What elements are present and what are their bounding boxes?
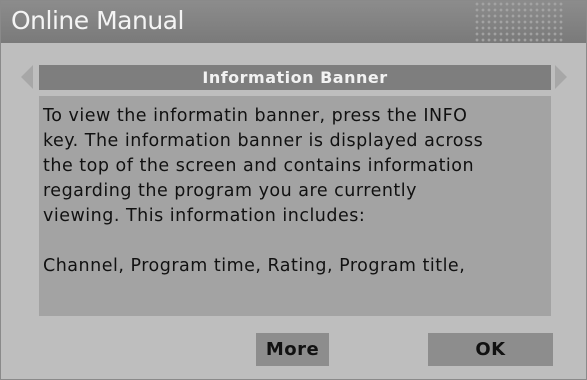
manual-paragraph-1: To view the informatin banner, press the… xyxy=(43,106,484,226)
manual-content-panel: To view the informatin banner, press the… xyxy=(39,96,551,316)
previous-page-arrow-icon[interactable] xyxy=(21,65,33,89)
next-page-arrow-icon[interactable] xyxy=(555,65,567,89)
title-bar: Online Manual xyxy=(1,1,586,43)
section-heading: Information Banner xyxy=(202,68,388,87)
manual-paragraph-2: Channel, Program time, Rating, Program t… xyxy=(43,256,466,276)
section-heading-bar: Information Banner xyxy=(39,65,551,90)
ok-button[interactable]: OK xyxy=(428,333,553,366)
title-dot-pattern xyxy=(474,1,564,43)
more-button[interactable]: More xyxy=(256,333,329,366)
window-title: Online Manual xyxy=(11,6,184,35)
online-manual-screen: Online Manual Information Banner To view… xyxy=(0,0,587,380)
